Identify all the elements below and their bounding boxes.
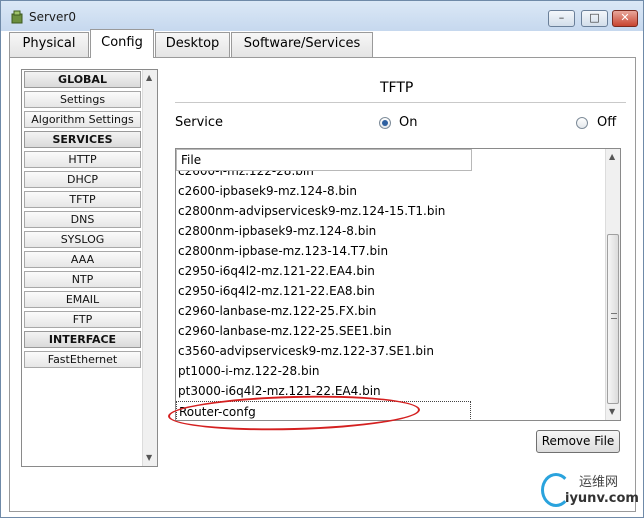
service-on-label[interactable]: On <box>399 115 417 130</box>
sidebar-item-email[interactable]: EMAIL <box>24 291 141 308</box>
list-item[interactable]: c2950-i6q4l2-mz.121-22.EA8.bin <box>176 281 606 301</box>
list-item[interactable]: pt3000-i6q4l2-mz.121-22.EA4.bin <box>176 381 606 401</box>
scroll-down-icon[interactable]: ▼ <box>146 453 152 462</box>
sidebar-header-services[interactable]: SERVICES <box>24 131 141 148</box>
sidebar-item-dhcp[interactable]: DHCP <box>24 171 141 188</box>
sidebar-header-global[interactable]: GLOBAL <box>24 71 141 88</box>
maximize-button[interactable]: □ <box>581 10 608 27</box>
list-item[interactable]: c3560-advipservicesk9-mz.122-37.SE1.bin <box>176 341 606 361</box>
sidebar-item-fastethernet[interactable]: FastEthernet <box>24 351 141 368</box>
service-off-label[interactable]: Off <box>597 115 616 130</box>
config-panel: GLOBAL Settings Algorithm Settings SERVI… <box>9 57 636 512</box>
sidebar-item-dns[interactable]: DNS <box>24 211 141 228</box>
minimize-button[interactable]: – <box>548 10 575 27</box>
tab-physical[interactable]: Physical <box>9 32 89 57</box>
sidebar: GLOBAL Settings Algorithm Settings SERVI… <box>21 69 158 467</box>
title-bar: Server0 – □ ✕ <box>1 1 643 31</box>
watermark-logo: 运维网 iyunv.com <box>541 471 641 515</box>
divider <box>175 102 626 103</box>
list-item[interactable]: pt1000-i-mz.122-28.bin <box>176 361 606 381</box>
watermark-line1: 运维网 <box>579 475 619 490</box>
grip-icon <box>611 313 617 319</box>
sidebar-item-algorithm-settings[interactable]: Algorithm Settings <box>24 111 141 128</box>
scroll-up-icon[interactable]: ▲ <box>146 73 152 82</box>
sidebar-item-aaa[interactable]: AAA <box>24 251 141 268</box>
sidebar-item-settings[interactable]: Settings <box>24 91 141 108</box>
file-list[interactable]: File c2600-i-mz.122-28.bin c2600-ipbasek… <box>175 148 621 421</box>
list-item[interactable]: c2800nm-ipbasek9-mz.124-8.bin <box>176 221 606 241</box>
server-app-icon <box>11 10 23 24</box>
list-item[interactable]: c2600-ipbasek9-mz.124-8.bin <box>176 181 606 201</box>
sidebar-item-syslog[interactable]: SYSLOG <box>24 231 141 248</box>
scroll-down-icon[interactable]: ▼ <box>609 407 615 416</box>
sidebar-header-interface[interactable]: INTERFACE <box>24 331 141 348</box>
list-item[interactable]: c2960-lanbase-mz.122-25.SEE1.bin <box>176 321 606 341</box>
tab-desktop[interactable]: Desktop <box>155 32 230 57</box>
file-column-header: File <box>176 149 472 171</box>
list-item[interactable]: c2950-i6q4l2-mz.121-22.EA4.bin <box>176 261 606 281</box>
file-list-scrollbar[interactable]: ▲ ▼ <box>605 149 620 420</box>
watermark-line2: iyunv.com <box>565 491 639 506</box>
scroll-up-icon[interactable]: ▲ <box>609 152 615 161</box>
window-title: Server0 <box>29 10 76 24</box>
service-on-radio[interactable] <box>379 117 391 129</box>
sidebar-item-http[interactable]: HTTP <box>24 151 141 168</box>
server-window: Server0 – □ ✕ Physical Config Desktop So… <box>0 0 644 518</box>
service-off-radio[interactable] <box>576 117 588 129</box>
remove-file-button[interactable]: Remove File <box>536 430 620 453</box>
sidebar-item-ftp[interactable]: FTP <box>24 311 141 328</box>
file-rows: c2600-i-mz.122-28.bin c2600-ipbasek9-mz.… <box>176 161 606 420</box>
list-item-selected[interactable]: Router-confg <box>176 401 471 420</box>
tab-software-services[interactable]: Software/Services <box>231 32 373 57</box>
sidebar-item-tftp[interactable]: TFTP <box>24 191 141 208</box>
service-label: Service <box>175 115 224 130</box>
scroll-thumb[interactable] <box>607 234 619 404</box>
sidebar-item-ntp[interactable]: NTP <box>24 271 141 288</box>
close-button[interactable]: ✕ <box>612 10 638 27</box>
tab-config[interactable]: Config <box>90 29 154 58</box>
list-item[interactable]: c2960-lanbase-mz.122-25.FX.bin <box>176 301 606 321</box>
sidebar-scrollbar[interactable]: ▲ ▼ <box>142 70 157 466</box>
panel-title: TFTP <box>380 80 414 96</box>
list-item[interactable]: c2800nm-ipbase-mz.123-14.T7.bin <box>176 241 606 261</box>
list-item[interactable]: c2800nm-advipservicesk9-mz.124-15.T1.bin <box>176 201 606 221</box>
